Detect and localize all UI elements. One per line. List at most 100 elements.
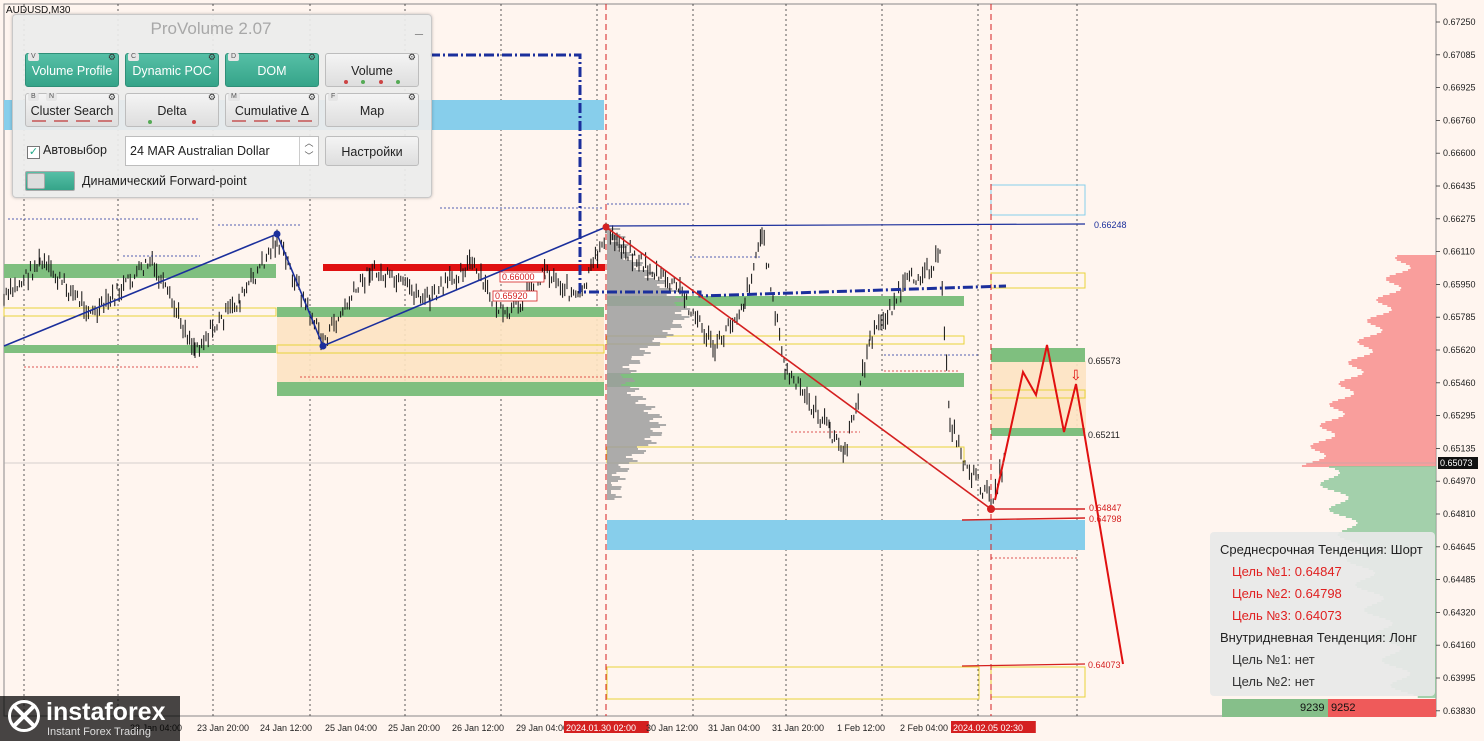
indicator-marks	[148, 120, 196, 124]
button-label: Cluster Search	[30, 104, 114, 118]
pivot-point	[602, 223, 610, 231]
intraday-target-2: Цель №2: нет	[1232, 674, 1315, 689]
dynamic-poc-line	[430, 53, 1007, 298]
gear-icon[interactable]: ⚙	[208, 92, 216, 102]
hotkey-badge: N	[46, 93, 58, 101]
down-arrow-icon: ⇩	[1070, 367, 1082, 383]
button-label: Cumulative Δ	[234, 104, 310, 118]
gear-icon[interactable]: ⚙	[408, 92, 416, 102]
price-tick: 0.66925	[1443, 83, 1476, 93]
time-tick: 1 Feb 12:00	[837, 723, 885, 733]
price-tick: 0.63995	[1443, 673, 1476, 683]
button-label: Volume Profile	[31, 64, 113, 78]
price-tick: 0.64320	[1443, 607, 1476, 617]
gear-icon[interactable]: ⚙	[208, 52, 216, 62]
auto-select-checkbox[interactable]: ✓ Автовыбор	[27, 143, 107, 159]
time-tick: 30 Jan 12:00	[646, 723, 698, 733]
intraday-target-1: Цель №1: нет	[1232, 652, 1315, 667]
pivot-point	[273, 230, 281, 238]
price-tick: 0.64160	[1443, 640, 1476, 650]
pivot-point	[319, 342, 327, 350]
panel-title: ProVolume 2.07	[150, 19, 272, 38]
gear-icon[interactable]: ⚙	[108, 52, 116, 62]
hotkey-badge: C	[128, 53, 140, 61]
button-label: Delta	[157, 104, 187, 118]
price-tick: 0.66760	[1443, 115, 1476, 125]
volume-profile-button[interactable]: V ⚙ Volume Profile	[25, 52, 119, 87]
settings-button[interactable]: Настройки	[325, 136, 419, 166]
instrument-value: 24 MAR Australian Dollar	[130, 144, 270, 158]
button-label: Dynamic POC	[132, 64, 212, 78]
delta-button[interactable]: ⚙ Delta	[125, 92, 219, 127]
gear-icon[interactable]: ⚙	[308, 52, 316, 62]
level-label: 0.66248	[1094, 220, 1127, 230]
checkmark-icon: ✓	[27, 146, 40, 159]
chevron-updown-icon[interactable]: ︿ ﹀	[299, 137, 318, 165]
price-tick: 0.65950	[1443, 279, 1476, 289]
logo-name: instaforex	[46, 698, 166, 726]
price-tick: 0.66275	[1443, 214, 1476, 224]
provolume-panel[interactable]: ProVolume 2.07 _ V ⚙ Volume Profile C ⚙ …	[12, 14, 432, 198]
gear-icon[interactable]: ⚙	[108, 92, 116, 102]
time-tick: 23 Jan 20:00	[197, 723, 249, 733]
hotkey-badge: V	[28, 53, 39, 61]
time-axis: 23 Jan 04:0023 Jan 20:0024 Jan 12:0025 J…	[130, 721, 1036, 733]
price-tick: 0.67250	[1443, 17, 1476, 27]
time-tick: 26 Jan 12:00	[452, 723, 504, 733]
hotkey-badge: B	[28, 93, 39, 101]
forward-point-label: Динамический Forward-point	[82, 174, 247, 188]
price-tick: 0.67085	[1443, 50, 1476, 60]
indicator-marks	[32, 120, 112, 123]
time-tick: 25 Jan 20:00	[388, 723, 440, 733]
cumulative-delta-button[interactable]: M ⚙ Cumulative Δ	[225, 92, 319, 127]
price-tick: 0.64970	[1443, 476, 1476, 486]
level-label: 0.65573	[1088, 356, 1121, 366]
price-tick: 0.65620	[1443, 345, 1476, 355]
dom-bid-value: 9239	[1300, 702, 1325, 714]
price-axis: 0.67250 0.67085 0.66925 0.66760 0.66600 0.664…	[1436, 17, 1476, 716]
button-label: Volume	[351, 64, 393, 78]
time-tick: 2024.01.30 02:00	[566, 723, 636, 733]
level-label: 0.64798	[1089, 514, 1122, 524]
time-tick: 29 Jan 04:00	[516, 723, 568, 733]
price-tick: 0.66110	[1443, 247, 1475, 257]
time-tick: 25 Jan 04:00	[325, 723, 377, 733]
map-button[interactable]: F ⚙ Map	[325, 92, 419, 127]
dom-ask-value: 9252	[1331, 702, 1356, 714]
time-tick: 2024.02.05 02:30	[953, 723, 1023, 733]
minimize-icon[interactable]: _	[413, 20, 425, 35]
price-tick: 0.64810	[1443, 509, 1476, 519]
cluster-search-button[interactable]: B N ⚙ Cluster Search	[25, 92, 119, 127]
indicator-marks	[344, 80, 400, 84]
time-tick: 31 Jan 20:00	[772, 723, 824, 733]
price-tick: 0.65460	[1443, 378, 1476, 388]
button-label: Настройки	[341, 145, 403, 159]
target-line-2	[961, 517, 1086, 521]
checkbox-label: Автовыбор	[43, 143, 107, 157]
instaforex-logo: instaforex Instant Forex Trading	[0, 696, 180, 741]
level-label: 0.64073	[1088, 660, 1121, 670]
gear-icon[interactable]: ⚙	[408, 52, 416, 62]
price-tick: 0.65785	[1443, 312, 1476, 322]
hotkey-badge: D	[228, 53, 240, 61]
price-tick: 0.66435	[1443, 181, 1476, 191]
price-tick: 0.65135	[1443, 443, 1476, 453]
current-price-label: 0.65073	[1440, 458, 1473, 468]
target-2: Цель №2: 0.64798	[1232, 586, 1342, 601]
level-label: 0.66000	[502, 272, 535, 282]
logo-tagline: Instant Forex Trading	[47, 726, 151, 738]
volume-button[interactable]: ⚙ Volume	[325, 52, 419, 87]
target-1: Цель №1: 0.64847	[1232, 564, 1342, 579]
time-tick: 24 Jan 12:00	[260, 723, 312, 733]
instrument-select[interactable]: 24 MAR Australian Dollar ︿ ﹀	[125, 136, 319, 166]
trend-info-panel: Среднесрочная Тенденция: Шорт Цель №1: 0…	[1210, 532, 1435, 696]
forward-point-toggle[interactable]	[25, 171, 75, 191]
price-tick: 0.65295	[1443, 411, 1476, 421]
level-label: 0.64847	[1089, 503, 1122, 513]
dom-button[interactable]: D ⚙ DOM	[225, 52, 319, 87]
hotkey-badge: F	[328, 93, 339, 101]
gear-icon[interactable]: ⚙	[308, 92, 316, 102]
dynamic-poc-button[interactable]: C ⚙ Dynamic POC	[125, 52, 219, 87]
price-tick: 0.64485	[1443, 575, 1476, 585]
level-label: 0.65920	[495, 291, 528, 301]
